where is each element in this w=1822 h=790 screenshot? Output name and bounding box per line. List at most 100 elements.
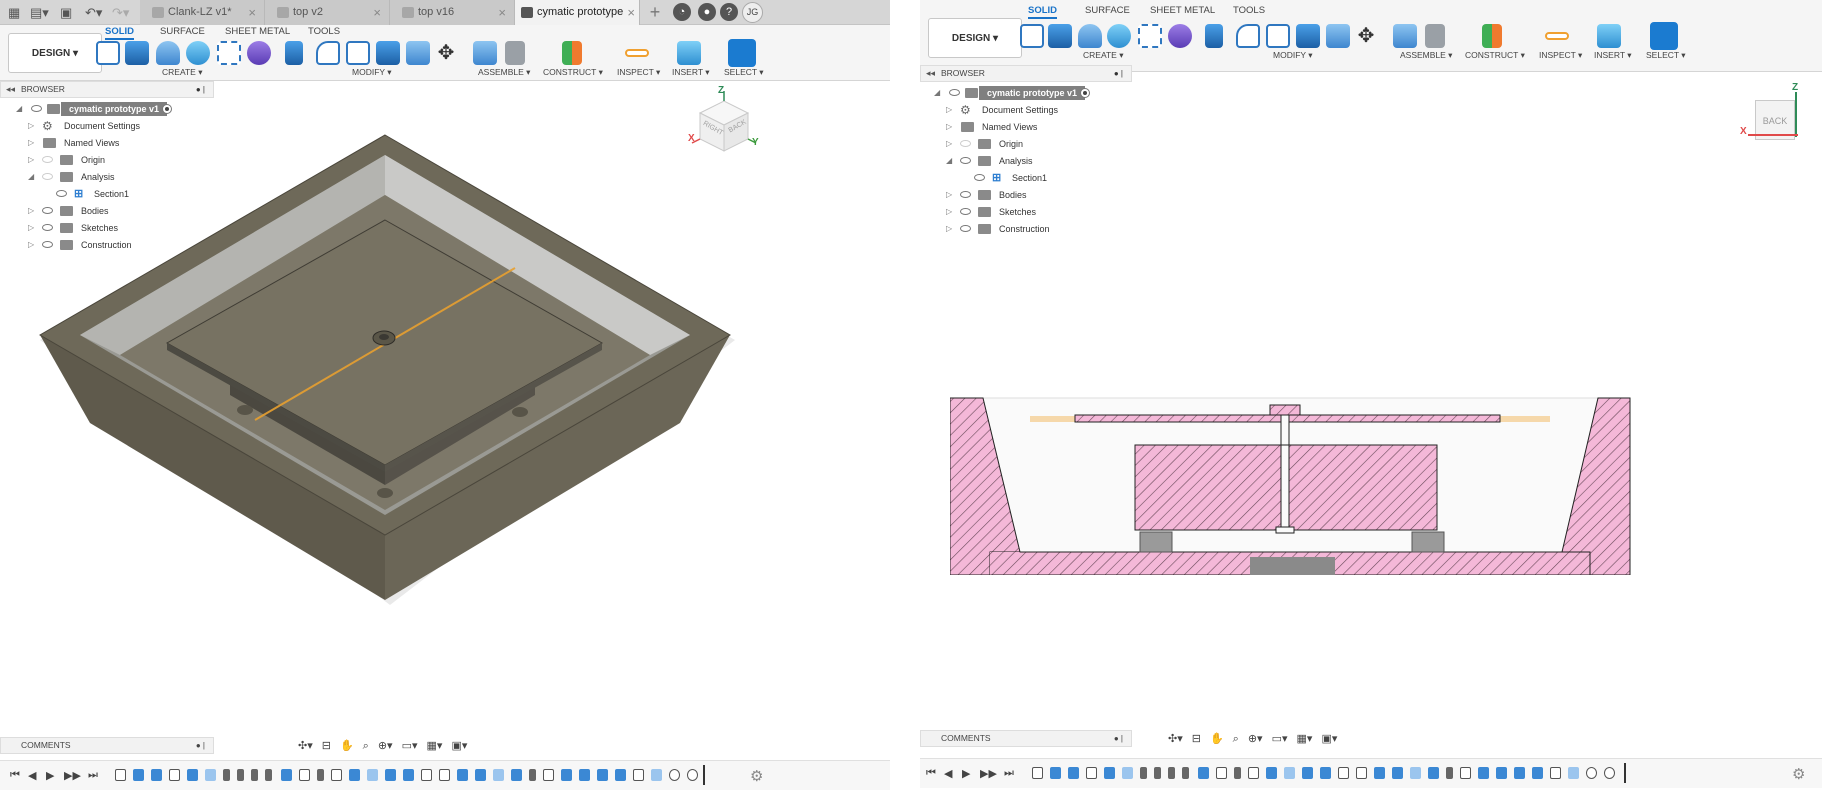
timeline-feature[interactable] — [687, 769, 698, 781]
eye-icon[interactable] — [31, 105, 42, 112]
shell-icon[interactable] — [1266, 24, 1290, 48]
go-to-end-icon[interactable]: ⏭ — [88, 769, 98, 782]
tab-solid[interactable]: SOLID — [105, 26, 135, 40]
tab-top-v16[interactable]: top v16 × — [390, 0, 515, 25]
create-menu[interactable]: CREATE ▾ — [162, 67, 202, 78]
display-icon[interactable]: ▭▾ — [1272, 730, 1288, 748]
extrude-icon[interactable] — [125, 41, 149, 65]
go-to-end-icon[interactable]: ⏭ — [1004, 767, 1014, 780]
timeline-feature[interactable] — [1068, 767, 1079, 779]
timeline-feature[interactable] — [1168, 767, 1175, 779]
timeline-feature[interactable] — [237, 769, 244, 781]
tab-top-v2[interactable]: top v2 × — [265, 0, 390, 25]
close-icon[interactable]: × — [248, 0, 256, 25]
timeline-feature[interactable] — [579, 769, 590, 781]
eye-icon[interactable] — [974, 174, 985, 181]
tab-surface[interactable]: SURFACE — [160, 26, 205, 38]
timeline-feature[interactable] — [1104, 767, 1115, 779]
hole-icon[interactable] — [186, 41, 210, 65]
timeline-feature[interactable] — [265, 769, 272, 781]
timeline-feature[interactable] — [1446, 767, 1453, 779]
expand-icon[interactable]: ◢ — [16, 101, 22, 117]
timeline-feature[interactable] — [1154, 767, 1161, 779]
timeline-feature[interactable] — [1338, 767, 1349, 779]
tab-tools[interactable]: TOOLS — [308, 26, 340, 38]
pattern-icon[interactable] — [1138, 24, 1162, 48]
joint-icon[interactable] — [1425, 24, 1445, 48]
expand-icon[interactable]: ◢ — [946, 153, 952, 169]
timeline-feature[interactable] — [1410, 767, 1421, 779]
avatar[interactable]: JG — [742, 2, 763, 23]
grid-icon[interactable]: ▦ — [8, 4, 20, 21]
new-component-icon[interactable] — [1393, 24, 1417, 48]
model-3d-view[interactable] — [30, 125, 750, 615]
form-icon[interactable] — [247, 41, 271, 65]
timeline-feature[interactable] — [597, 769, 608, 781]
press-pull-icon[interactable] — [285, 41, 303, 65]
timeline-feature[interactable] — [1374, 767, 1385, 779]
extrude-icon[interactable] — [1048, 24, 1072, 48]
measure-icon[interactable] — [1545, 32, 1569, 40]
construct-menu[interactable]: CONSTRUCT ▾ — [1465, 50, 1525, 61]
timeline-feature[interactable] — [367, 769, 378, 781]
offset-plane-icon[interactable] — [562, 41, 582, 65]
tree-root[interactable]: ◢ cymatic prototype v1 — [14, 101, 214, 117]
insert-image-icon[interactable] — [1597, 24, 1621, 48]
timeline-feature[interactable] — [1234, 767, 1241, 779]
timeline-feature[interactable] — [1284, 767, 1295, 779]
viewports-icon[interactable]: ▣▾ — [1321, 730, 1337, 748]
timeline-feature[interactable] — [1392, 767, 1403, 779]
assemble-menu[interactable]: ASSEMBLE ▾ — [478, 67, 530, 78]
section-view[interactable] — [950, 390, 1640, 575]
tab-solid[interactable]: SOLID — [1028, 5, 1058, 19]
activate-radio[interactable] — [1080, 88, 1090, 98]
move-icon[interactable]: ✥ — [1354, 24, 1378, 48]
timeline-feature[interactable] — [169, 769, 180, 781]
fillet-icon[interactable] — [316, 41, 340, 65]
timeline-feature[interactable] — [651, 769, 662, 781]
eye-icon[interactable] — [960, 225, 971, 232]
timeline-feature[interactable] — [1266, 767, 1277, 779]
timeline-feature[interactable] — [1198, 767, 1209, 779]
expand-icon[interactable]: ▷ — [946, 221, 952, 237]
expand-icon[interactable]: ◢ — [934, 85, 940, 101]
zoom-icon[interactable]: ⌕ — [1233, 730, 1239, 748]
timeline-feature[interactable] — [439, 769, 450, 781]
insert-menu[interactable]: INSERT ▾ — [672, 67, 710, 78]
workspace-switcher[interactable]: DESIGN ▾ — [928, 18, 1022, 58]
tab-tools[interactable]: TOOLS — [1233, 5, 1265, 17]
split-body-icon[interactable] — [1326, 24, 1350, 48]
timeline-feature[interactable] — [1122, 767, 1133, 779]
tree-item-analysis[interactable]: ◢ Analysis — [944, 153, 1134, 169]
inspect-menu[interactable]: INSPECT ▾ — [617, 67, 660, 78]
play-icon[interactable]: ▶ — [962, 767, 970, 780]
expand-icon[interactable]: ▷ — [946, 102, 952, 118]
press-pull-icon[interactable] — [1205, 24, 1223, 48]
select-icon[interactable] — [728, 39, 756, 67]
timeline-feature[interactable] — [205, 769, 216, 781]
tab-clank-lz[interactable]: Clank-LZ v1* × — [140, 0, 265, 25]
timeline-feature[interactable] — [1514, 767, 1525, 779]
timeline-feature[interactable] — [1568, 767, 1579, 779]
measure-icon[interactable] — [625, 49, 649, 57]
expand-icon[interactable]: ▷ — [946, 187, 952, 203]
pin-icon[interactable]: ● | — [1114, 731, 1123, 746]
construct-menu[interactable]: CONSTRUCT ▾ — [543, 67, 603, 78]
hole-icon[interactable] — [1107, 24, 1131, 48]
timeline-feature[interactable] — [115, 769, 126, 781]
workspace-switcher[interactable]: DESIGN ▾ — [8, 33, 102, 73]
create-menu[interactable]: CREATE ▾ — [1083, 50, 1123, 61]
timeline-feature[interactable] — [187, 769, 198, 781]
grid-display-icon[interactable]: ▦▾ — [427, 737, 443, 755]
job-status-icon[interactable]: ◔ — [673, 3, 691, 21]
timeline-feature[interactable] — [385, 769, 396, 781]
joint-icon[interactable] — [505, 41, 525, 65]
timeline-feature[interactable] — [1050, 767, 1061, 779]
timeline-marker[interactable] — [703, 765, 705, 785]
tree-item-named-views[interactable]: ▷ Named Views — [944, 119, 1134, 135]
timeline-feature[interactable] — [475, 769, 486, 781]
timeline-marker[interactable] — [1624, 763, 1626, 783]
look-at-icon[interactable]: ⊟ — [1192, 730, 1201, 748]
revolve-icon[interactable] — [156, 41, 180, 65]
timeline-feature[interactable] — [1496, 767, 1507, 779]
